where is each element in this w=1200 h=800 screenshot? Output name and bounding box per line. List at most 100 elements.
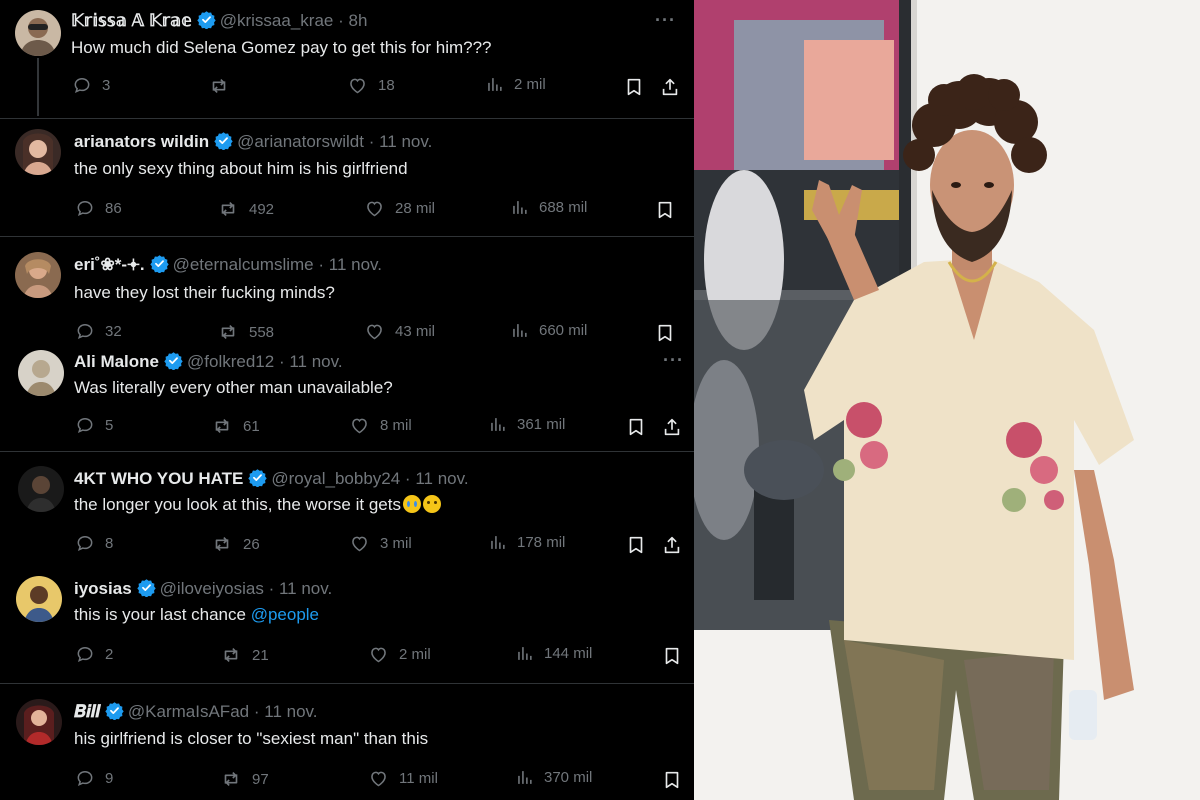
verified-badge-icon (164, 351, 183, 370)
repost-button[interactable] (208, 75, 240, 97)
separator: · (278, 352, 285, 371)
reply-thread-screenshot: 𝕂𝕣𝕚𝕤𝕤𝕒 𝔸 𝕂𝕣𝕒𝕖 @krissaa_krae · 8h ··· How … (0, 0, 694, 800)
repost-count: 26 (243, 535, 260, 553)
upside-down-face-emoji-icon (422, 495, 441, 513)
views-button[interactable]: 660 mil (510, 321, 587, 340)
reply-button[interactable]: 9 (75, 768, 113, 788)
reply-button[interactable]: 8 (75, 533, 113, 553)
reply-count: 2 (105, 645, 114, 663)
like-button[interactable]: 43 mil (364, 321, 435, 342)
reply-icon (75, 321, 95, 341)
like-button[interactable]: 11 mil (368, 768, 438, 789)
handle[interactable]: @royal_bobby24 (271, 469, 400, 488)
share-button[interactable] (661, 534, 683, 556)
repost-button[interactable]: 61 (211, 415, 260, 437)
views-button[interactable]: 361 mil (488, 415, 565, 434)
like-button[interactable]: 3 mil (349, 533, 412, 554)
handle[interactable]: @folkred12 (187, 352, 274, 371)
views-button[interactable]: 178 mil (488, 533, 565, 552)
views-count: 370 mil (544, 769, 593, 786)
repost-button[interactable]: 97 (220, 768, 269, 790)
tweet-card[interactable]: 4KT WHO YOU HATE @royal_bobby24 · 11 nov.… (0, 451, 694, 567)
display-name[interactable]: eri˚❀*-𖥔. (74, 255, 145, 274)
display-name[interactable]: arianators wildin (74, 132, 209, 151)
display-name[interactable]: iyosias (74, 579, 132, 598)
tweet-card[interactable]: eri˚❀*-𖥔. @eternalcumslime · 11 nov. have… (0, 236, 694, 344)
tweet-card[interactable]: iyosias @iloveiyosias · 11 nov. this is y… (0, 567, 694, 683)
like-button[interactable]: 18 (347, 75, 395, 96)
display-name[interactable]: 𝑩𝒊𝒍𝒍 (74, 702, 100, 721)
bookmark-button[interactable] (661, 645, 683, 667)
verified-badge-icon (214, 131, 233, 150)
tweet-text: How much did Selena Gomez pay to get thi… (71, 38, 492, 57)
reply-button[interactable]: 86 (75, 198, 122, 218)
timestamp[interactable]: 11 nov. (329, 255, 382, 274)
like-button[interactable]: 2 mil (368, 644, 431, 665)
like-icon (364, 198, 385, 219)
avatar[interactable] (15, 10, 61, 56)
handle[interactable]: @krissaa_krae (220, 11, 334, 30)
reply-button[interactable]: 32 (75, 321, 122, 341)
timestamp[interactable]: 11 nov. (289, 352, 342, 371)
reply-icon (75, 415, 95, 435)
bookmark-button[interactable] (623, 76, 645, 98)
photo (694, 0, 1200, 800)
repost-button[interactable]: 26 (211, 533, 260, 555)
mention-link[interactable]: @people (251, 605, 319, 624)
avatar[interactable] (16, 576, 62, 622)
repost-button[interactable]: 21 (220, 644, 269, 666)
bookmark-button[interactable] (654, 322, 676, 344)
timestamp[interactable]: 11 nov. (379, 132, 432, 151)
avatar[interactable] (15, 252, 61, 298)
more-icon[interactable]: ··· (655, 10, 676, 31)
timestamp[interactable]: 11 nov. (415, 469, 468, 488)
like-button[interactable]: 8 mil (349, 415, 412, 436)
bookmark-button[interactable] (661, 769, 683, 791)
timestamp[interactable]: 11 nov. (279, 579, 332, 598)
display-name[interactable]: Ali Malone (74, 352, 159, 371)
repost-count: 21 (252, 646, 269, 664)
more-icon[interactable]: ··· (663, 350, 684, 371)
avatar[interactable] (18, 350, 64, 396)
views-button[interactable]: 2 mil (485, 75, 546, 94)
like-button[interactable]: 28 mil (364, 198, 435, 219)
share-button[interactable] (659, 76, 681, 98)
reply-button[interactable]: 5 (75, 415, 113, 435)
display-name[interactable]: 𝕂𝕣𝕚𝕤𝕤𝕒 𝔸 𝕂𝕣𝕒𝕖 (71, 11, 192, 30)
bookmark-button[interactable] (625, 416, 647, 438)
verified-badge-icon (248, 468, 267, 487)
handle[interactable]: @eternalcumslime (173, 255, 314, 274)
handle[interactable]: @KarmaIsAFad (128, 702, 249, 721)
handle[interactable]: @arianatorswildt (237, 132, 364, 151)
handle[interactable]: @iloveiyosias (160, 579, 264, 598)
separator: · (368, 132, 375, 151)
bookmark-icon (661, 769, 683, 791)
avatar[interactable] (15, 129, 61, 175)
reply-button[interactable]: 3 (72, 75, 110, 95)
display-name[interactable]: 4KT WHO YOU HATE (74, 469, 243, 488)
avatar[interactable] (16, 699, 62, 745)
bookmark-button[interactable] (654, 199, 676, 221)
timestamp[interactable]: 11 nov. (264, 702, 317, 721)
views-button[interactable]: 370 mil (515, 768, 592, 787)
repost-button[interactable]: 492 (217, 198, 274, 220)
timestamp[interactable]: 8h (349, 11, 368, 30)
thread-connector (37, 58, 39, 116)
tweet-card[interactable]: arianators wildin @arianatorswildt · 11 n… (0, 118, 694, 236)
repost-button[interactable]: 558 (217, 321, 274, 343)
like-icon (368, 644, 389, 665)
bookmark-button[interactable] (625, 534, 647, 556)
reply-button[interactable]: 2 (75, 644, 113, 664)
tweet-card[interactable]: Ali Malone @folkred12 · 11 nov. ··· Was l… (0, 344, 694, 451)
views-button[interactable]: 144 mil (515, 644, 592, 663)
avatar[interactable] (18, 466, 64, 512)
tweet-text: have they lost their fucking minds? (74, 283, 335, 302)
views-icon (488, 415, 507, 434)
tweet-card[interactable]: 𝕂𝕣𝕚𝕤𝕤𝕒 𝔸 𝕂𝕣𝕒𝕖 @krissaa_krae · 8h ··· How … (0, 0, 694, 118)
share-button[interactable] (661, 416, 683, 438)
tweet-text-content: this is your last chance (74, 605, 246, 624)
like-icon (349, 415, 370, 436)
tweet-card[interactable]: 𝑩𝒊𝒍𝒍 @KarmaIsAFad · 11 nov. his girlfrien… (0, 683, 694, 800)
separator: · (338, 11, 344, 30)
views-button[interactable]: 688 mil (510, 198, 587, 217)
